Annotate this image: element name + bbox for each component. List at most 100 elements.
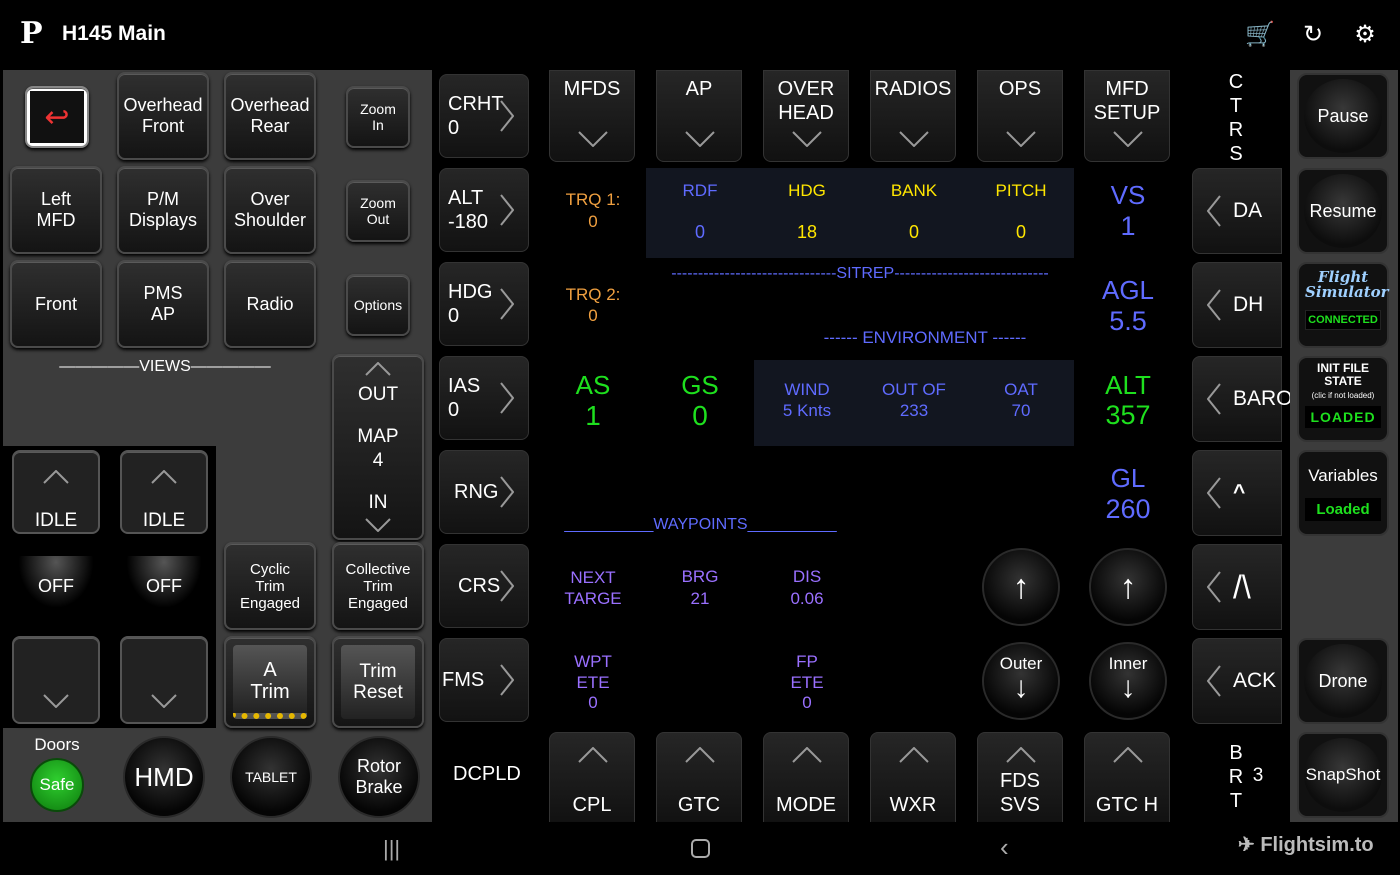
mfd-setup-key[interactable]: MFD SETUP [1084,70,1170,162]
crht-button[interactable]: CRHT 0 [439,74,529,158]
baro-label: BARO [1233,387,1293,410]
system-nav-bar: ||| ‹ ✈ Flightsim.to [0,822,1400,875]
pm-displays-button[interactable]: P/M Displays [117,166,209,254]
init-file-button[interactable]: INIT FILE STATE (clic if not loaded) LOA… [1297,356,1389,442]
out-of-label: OUT OF [882,380,946,399]
map-range-control[interactable]: OUT MAP 4 IN [332,354,424,540]
wpt-ete-label: WPT ETE [574,652,612,692]
doors-safe-button[interactable]: Safe [30,758,84,812]
rng-button[interactable]: RNG [439,450,529,534]
brt-value[interactable]: 3 [1248,765,1268,787]
pitch-value: 0 [1015,222,1026,242]
fms-button[interactable]: FMS [439,638,529,722]
rotor-brake-button[interactable]: Rotor Brake [338,736,420,818]
radios-key[interactable]: RADIOS [870,70,956,162]
back-view-button[interactable]: ↩ [25,86,89,148]
init-file-subtitle: (clic if not loaded) [1311,391,1375,400]
back-icon[interactable]: ‹ [1000,832,1009,863]
pause-label: Pause [1304,79,1382,153]
resume-button[interactable]: Resume [1297,168,1389,254]
dh-key[interactable]: DH [1192,262,1282,348]
home-icon[interactable] [691,839,710,858]
cart-icon[interactable]: 🛒 [1245,20,1275,50]
baro-key[interactable]: BARO [1192,356,1293,442]
ack-key[interactable]: ACK [1192,638,1282,724]
idle-2-button[interactable]: IDLE [120,450,208,534]
zoom-out-button[interactable]: Zoom Out [346,180,410,242]
tablet-button[interactable]: TABLET [230,736,312,818]
lambda-key[interactable]: /\ [1192,544,1282,630]
chevron-up-icon [43,470,69,484]
engine-1-down-button[interactable] [12,636,100,724]
a-trim-button[interactable]: A Trim [224,636,316,728]
drone-button[interactable]: Drone [1297,638,1389,724]
cyclic-trim-button[interactable]: Cyclic Trim Engaged [224,542,316,630]
idle-1-button[interactable]: IDLE [12,450,100,534]
cpl-key[interactable]: CPL [549,732,635,824]
oat-value: 70 [1011,401,1031,420]
init-file-title: INIT FILE STATE [1317,361,1369,388]
outer-up-knob[interactable]: ↑ [982,548,1060,626]
mode-key[interactable]: MODE [763,732,849,824]
collective-trim-button[interactable]: Collective Trim Engaged [332,542,424,630]
trq2-label: TRQ 2: [565,285,621,304]
pause-button[interactable]: Pause [1297,73,1389,159]
overhead-rear-button[interactable]: Overhead Rear [224,72,316,160]
fds-svs-key[interactable]: FDS SVS [977,732,1063,824]
recent-apps-icon[interactable]: ||| [383,836,400,862]
wxr-key[interactable]: WXR [870,732,956,824]
trim-reset-button[interactable]: Trim Reset [332,636,424,728]
caret-key[interactable]: ^ [1192,450,1282,536]
gs-value: 0 [692,400,708,431]
variables-label: Variables [1308,466,1378,485]
fp-ete-label: FP ETE [790,652,824,692]
da-key[interactable]: DA [1192,168,1282,254]
alt-select-button[interactable]: ALT -180 [439,168,529,252]
radio-view-button[interactable]: Radio [224,260,316,348]
crs-button[interactable]: CRS [439,544,529,628]
left-mfd-button[interactable]: Left MFD [10,166,102,254]
wind-value: 5 Knts [782,401,832,420]
variables-button[interactable]: Variables Loaded [1297,450,1389,536]
map-in-label: IN [368,492,388,513]
ops-key[interactable]: OPS [977,70,1063,162]
engine-1-off-switch[interactable]: OFF [12,556,100,616]
chevron-down-icon [792,131,822,147]
doors-label: Doors [34,735,80,754]
arrow-down-icon: ↓ [1013,671,1029,704]
hmd-button[interactable]: HMD [123,736,205,818]
chevron-up-icon [899,747,929,763]
options-button[interactable]: Options [346,274,410,336]
dcpld-button[interactable]: DCPLD [439,732,529,816]
overhead-key[interactable]: OVER HEAD [763,70,849,162]
connected-badge: CONNECTED [1305,310,1381,330]
chevron-right-icon [500,100,514,132]
mfds-key[interactable]: MFDS [549,70,635,162]
over-shoulder-button[interactable]: Over Shoulder [224,166,316,254]
snapshot-button[interactable]: SnapShot [1297,732,1389,818]
ias-select-button[interactable]: IAS 0 [439,356,529,440]
hdg-select-button[interactable]: HDG 0 [439,262,529,346]
flight-simulator-logo: Flight Simulator [1305,268,1389,301]
zoom-in-button[interactable]: Zoom In [346,86,410,148]
fms-label: FMS [442,669,485,691]
hdg-label: HDG [788,181,826,200]
connection-status[interactable]: Flight Simulator CONNECTED [1297,262,1389,348]
views-label: —————VIEWS————— [59,358,271,375]
chevron-up-icon [685,747,715,763]
refresh-icon[interactable]: ↻ [1298,20,1328,50]
pms-ap-button[interactable]: PMS AP [117,260,209,348]
inner-down-knob[interactable]: Inner ↓ [1089,642,1167,720]
overhead-front-button[interactable]: Overhead Front [117,72,209,160]
gtc-h-key[interactable]: GTC H [1084,732,1170,824]
ap-key[interactable]: AP [656,70,742,162]
settings-icon[interactable]: ⚙ [1350,20,1380,50]
front-view-button[interactable]: Front [10,260,102,348]
gtc-key[interactable]: GTC [656,732,742,824]
inner-up-knob[interactable]: ↑ [1089,548,1167,626]
engine-2-down-button[interactable] [120,636,208,724]
engine-2-off-switch[interactable]: OFF [120,556,208,616]
hdg-select-label: HDG 0 [448,281,493,327]
outer-down-knob[interactable]: Outer ↓ [982,642,1060,720]
drone-label: Drone [1304,644,1382,718]
